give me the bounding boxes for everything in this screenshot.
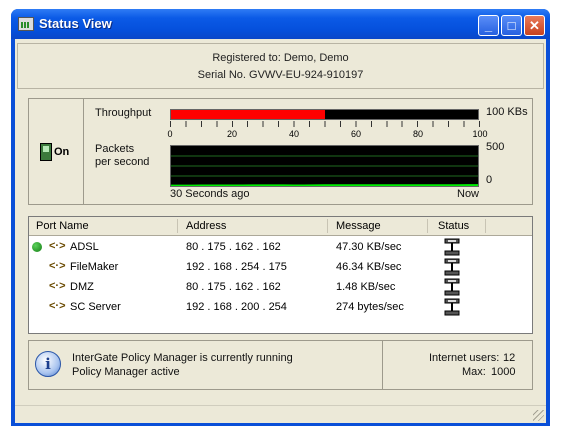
network-status-icon xyxy=(444,278,460,296)
packets-label: Packets xyxy=(95,143,135,155)
column-header-address[interactable]: Address xyxy=(186,220,226,232)
port-message: 47.30 KB/sec xyxy=(336,241,402,253)
link-arrows-icon: <·> xyxy=(49,260,66,272)
port-address: 192 . 168 . 200 . 254 xyxy=(186,301,287,313)
scale-tick-label: 60 xyxy=(350,129,362,139)
registration-panel: Registered to: Demo, Demo Serial No. GVW… xyxy=(17,43,544,89)
link-arrows-icon: <·> xyxy=(49,300,66,312)
port-row-dmz[interactable]: <·> DMZ 80 . 175 . 162 . 162 1.48 KB/sec xyxy=(29,278,532,298)
packets-max-label: 500 xyxy=(486,141,505,153)
footer-divider xyxy=(382,341,383,389)
link-arrows-icon: <·> xyxy=(49,280,66,292)
port-row-sc-server[interactable]: <·> SC Server 192 . 168 . 200 . 254 274 … xyxy=(29,298,532,318)
scale-tick-label: 40 xyxy=(288,129,300,139)
power-switch-icon xyxy=(40,143,52,161)
per-second-label: per second xyxy=(95,156,150,168)
internet-users-value: 12 xyxy=(503,352,516,364)
packets-graph xyxy=(170,145,479,187)
active-indicator-icon xyxy=(32,242,42,252)
port-message: 274 bytes/sec xyxy=(336,301,404,313)
port-row-filemaker[interactable]: <·> FileMaker 192 . 168 . 254 . 175 46.3… xyxy=(29,258,532,278)
port-message: 46.34 KB/sec xyxy=(336,261,402,273)
throughput-label: Throughput xyxy=(95,107,152,119)
scale-tick-label: 100 xyxy=(472,129,488,139)
app-chart-icon xyxy=(18,17,34,31)
packets-area xyxy=(171,184,478,186)
window-title: Status View xyxy=(39,16,112,31)
internet-users-label: Internet users: xyxy=(429,352,500,364)
policy-status-text: Policy Manager active xyxy=(72,366,180,378)
column-header-status[interactable]: Status xyxy=(438,220,469,232)
link-arrows-icon: <·> xyxy=(49,240,66,252)
port-address: 192 . 168 . 254 . 175 xyxy=(186,261,287,273)
serial-number-text: Serial No. GVWV-EU-924-910197 xyxy=(197,69,364,81)
title-bar[interactable]: Status View _ □ ✕ xyxy=(11,9,550,39)
status-view-window: Status View _ □ ✕ Registered to: Demo, D… xyxy=(11,9,550,426)
max-users-value: 1000 xyxy=(491,366,516,378)
resize-grip-icon[interactable] xyxy=(533,410,544,421)
stats-panel: On Throughput 100 KBs 0 20 40 60 80 100 … xyxy=(28,98,533,205)
registered-to-text: Registered to: Demo, Demo xyxy=(212,52,349,64)
scale-tick-label: 80 xyxy=(412,129,424,139)
port-name: ADSL xyxy=(70,241,99,253)
column-separator[interactable] xyxy=(485,219,486,233)
maximize-button[interactable]: □ xyxy=(501,15,522,36)
ports-list: Port Name Address Message Status <·> ADS… xyxy=(28,216,533,334)
toggle-label: On xyxy=(54,146,70,158)
packets-min-label: 0 xyxy=(486,174,493,186)
throughput-max-label: 100 KBs xyxy=(486,106,528,118)
column-separator[interactable] xyxy=(427,219,428,233)
port-name: FileMaker xyxy=(70,261,119,273)
port-name: DMZ xyxy=(70,281,94,293)
port-address: 80 . 175 . 162 . 162 xyxy=(186,241,281,253)
ports-list-header: Port Name Address Message Status xyxy=(29,217,532,236)
column-separator[interactable] xyxy=(177,219,178,233)
network-status-icon xyxy=(444,258,460,276)
close-button[interactable]: ✕ xyxy=(524,15,545,36)
minimize-button[interactable]: _ xyxy=(478,15,499,36)
window-client-area: Registered to: Demo, Demo Serial No. GVW… xyxy=(15,39,546,423)
network-status-icon xyxy=(444,238,460,256)
graph-end-label: Now xyxy=(457,188,480,200)
column-header-message[interactable]: Message xyxy=(336,220,381,232)
column-separator[interactable] xyxy=(327,219,328,233)
port-row-adsl[interactable]: <·> ADSL 80 . 175 . 162 . 162 47.30 KB/s… xyxy=(29,238,532,258)
scale-tick-label: 20 xyxy=(226,129,238,139)
status-bar xyxy=(15,405,546,423)
port-address: 80 . 175 . 162 . 162 xyxy=(186,281,281,293)
info-icon: i xyxy=(35,351,61,377)
throughput-bar xyxy=(170,109,479,120)
scale-tick-label: 0 xyxy=(167,129,173,139)
port-message: 1.48 KB/sec xyxy=(336,281,396,293)
on-off-toggle[interactable]: On xyxy=(29,99,84,204)
port-name: SC Server xyxy=(70,301,121,313)
max-users-label: Max: xyxy=(462,366,486,378)
packets-graph-svg xyxy=(171,155,478,186)
graph-start-label: 30 Seconds ago xyxy=(170,188,250,200)
throughput-fill xyxy=(171,110,325,119)
status-footer: i InterGate Policy Manager is currently … xyxy=(28,340,533,390)
throughput-scale-ticks xyxy=(170,121,481,127)
column-header-port-name[interactable]: Port Name xyxy=(36,220,89,232)
network-status-icon xyxy=(444,298,460,316)
manager-status-text: InterGate Policy Manager is currently ru… xyxy=(72,352,293,364)
